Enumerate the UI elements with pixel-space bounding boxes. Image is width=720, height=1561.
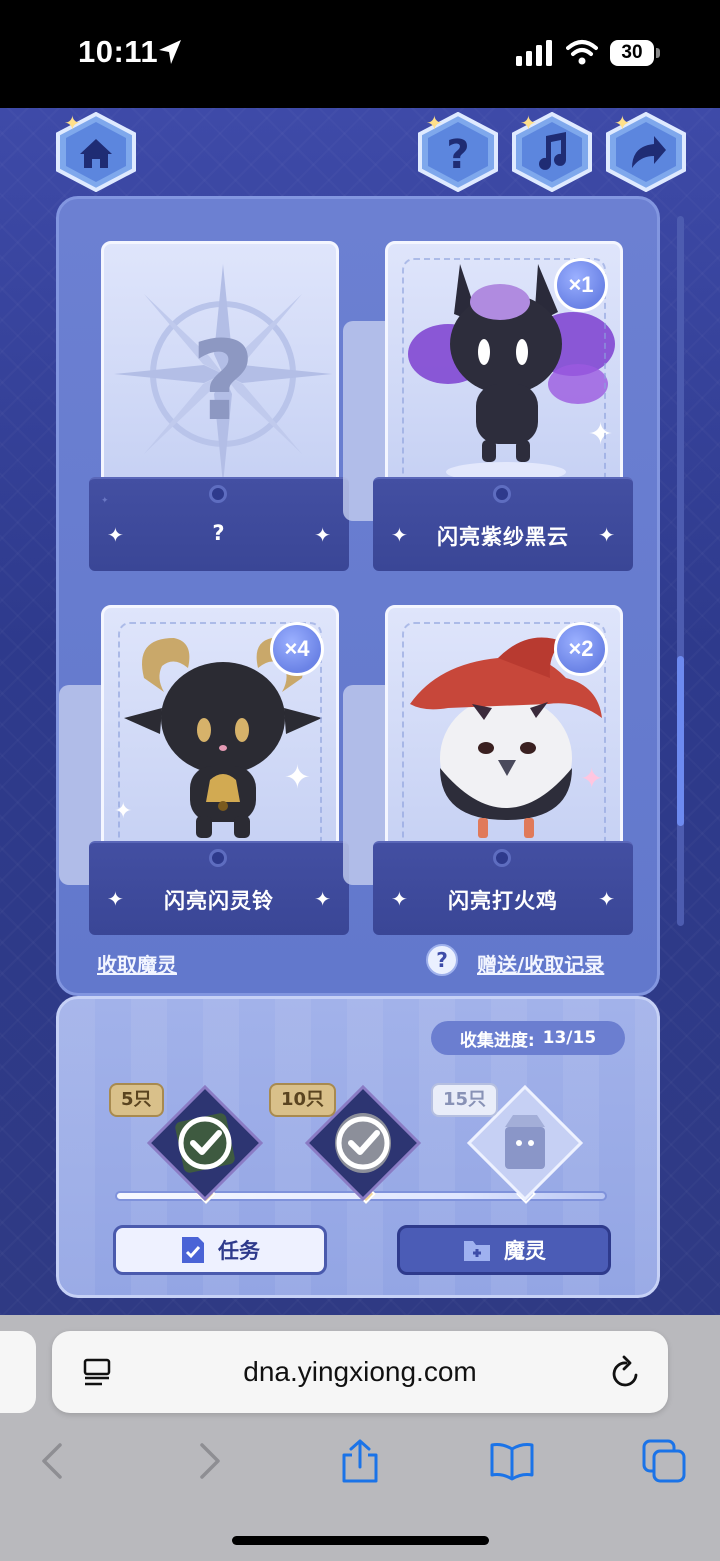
card-name: 闪亮打火鸡 (448, 889, 558, 913)
pocket-stamp: ✦ (101, 495, 110, 505)
share-button[interactable]: ✦ (604, 111, 688, 193)
count-badge: ×2 (554, 622, 608, 676)
svg-text:?: ? (436, 948, 448, 972)
progress-pill: 收集进度: 13/15 (431, 1021, 625, 1055)
task-tab-button[interactable]: 任务 (113, 1225, 327, 1275)
spirit-folder-icon (464, 1241, 490, 1261)
address-bar[interactable]: dna.yingxiong.com (52, 1331, 668, 1413)
task-doc-icon (182, 1237, 204, 1263)
collect-spirit-link[interactable]: 收取魔灵 (97, 949, 177, 978)
card-face: ✦ ×1 (385, 241, 623, 501)
svg-text:✦: ✦ (614, 112, 631, 135)
pocket-button (493, 849, 511, 867)
home-indicator (232, 1536, 489, 1545)
share-arrow-icon: ✦ (606, 111, 686, 193)
compass-pattern-icon: ? (114, 264, 332, 484)
card-name: ? (212, 521, 226, 545)
svg-text:✦: ✦ (426, 112, 443, 135)
help-button[interactable]: ? ✦ (416, 111, 500, 193)
battery-tip (656, 48, 660, 58)
forward-chevron-icon[interactable] (186, 1439, 230, 1483)
spirit-tab-button[interactable]: 魔灵 (397, 1225, 611, 1275)
milestone-tag: 10只 (269, 1083, 337, 1117)
svg-text:✦: ✦ (64, 112, 81, 135)
battery-level: 30 (610, 40, 654, 66)
tabs-icon[interactable] (642, 1439, 686, 1483)
gift-history-link[interactable]: 赠送/收取记录 (477, 949, 604, 978)
game-area: ✦ ? ✦ ✦ ✦ ? ✦ ✦ ✦ ? ✦ ×1 ✦ ✦ 闪亮紫纱黑云 ✦ ✦ … (0, 108, 720, 1315)
bookmarks-icon[interactable] (490, 1439, 534, 1483)
home-icon: ✦ (56, 111, 136, 193)
back-chevron-icon[interactable] (32, 1439, 76, 1483)
wifi-icon (566, 40, 598, 65)
progress-value: 13/15 (542, 1028, 597, 1048)
music-button[interactable]: ✦ (510, 111, 594, 193)
url-text: dna.yingxiong.com (243, 1356, 477, 1387)
svg-text:✦: ✦ (520, 112, 537, 135)
card-spirit-1[interactable]: ✦ ×1 ✦ ✦ 闪亮紫纱黑云 (343, 241, 633, 571)
home-button[interactable]: ✦ (54, 111, 138, 193)
collection-panel: ? ✦ ✦ ✦ ? ✦ ×1 ✦ ✦ 闪亮紫纱黑云 ✦ ✦ ×4 ✦ ✦ 闪亮闪… (56, 196, 660, 996)
milestone-tag: 5只 (109, 1083, 164, 1117)
card-face: ? (101, 241, 339, 501)
card-face: ✦ ✦ ×4 (101, 605, 339, 865)
status-time: 10:11 (78, 34, 159, 69)
music-note-icon: ✦ (512, 111, 592, 193)
task-tab-label: 任务 (218, 1239, 260, 1263)
question-icon: ? ✦ (418, 111, 498, 193)
pocket-button (493, 485, 511, 503)
spirit-tab-label: 魔灵 (504, 1239, 546, 1263)
reload-icon[interactable] (610, 1355, 642, 1389)
milestone-tag: 15只 (431, 1083, 499, 1117)
card-name: 闪亮闪灵铃 (164, 889, 274, 913)
card-face: ✦ ×2 (385, 605, 623, 865)
progress-panel: 收集进度: 13/15 5只 10只 15只 任务 魔灵 (56, 996, 660, 1298)
scrollbar-thumb[interactable] (677, 656, 684, 826)
cellular-signal-icon (516, 40, 552, 66)
count-badge: ×4 (270, 622, 324, 676)
location-arrow-icon (159, 40, 181, 64)
previous-tab-peek[interactable] (0, 1331, 36, 1413)
progress-label: 收集进度: (459, 1030, 535, 1051)
pocket-button (209, 849, 227, 867)
browser-toolbar: dna.yingxiong.com (0, 1315, 720, 1561)
card-unknown[interactable]: ? ✦ ✦ ✦ ? (89, 241, 349, 571)
count-badge: ×1 (554, 258, 608, 312)
card-spirit-3[interactable]: ✦ ×2 ✦ ✦ 闪亮打火鸡 (343, 605, 633, 935)
svg-text:?: ? (191, 317, 255, 445)
card-spirit-2[interactable]: ✦ ✦ ×4 ✦ ✦ 闪亮闪灵铃 (59, 605, 349, 935)
status-bar: 10:11 30 (0, 0, 720, 108)
pocket-button (209, 485, 227, 503)
card-name: 闪亮紫纱黑云 (437, 525, 569, 549)
question-circle-icon[interactable]: ? (425, 943, 459, 977)
svg-text:?: ? (446, 132, 469, 178)
share-icon[interactable] (338, 1439, 382, 1483)
